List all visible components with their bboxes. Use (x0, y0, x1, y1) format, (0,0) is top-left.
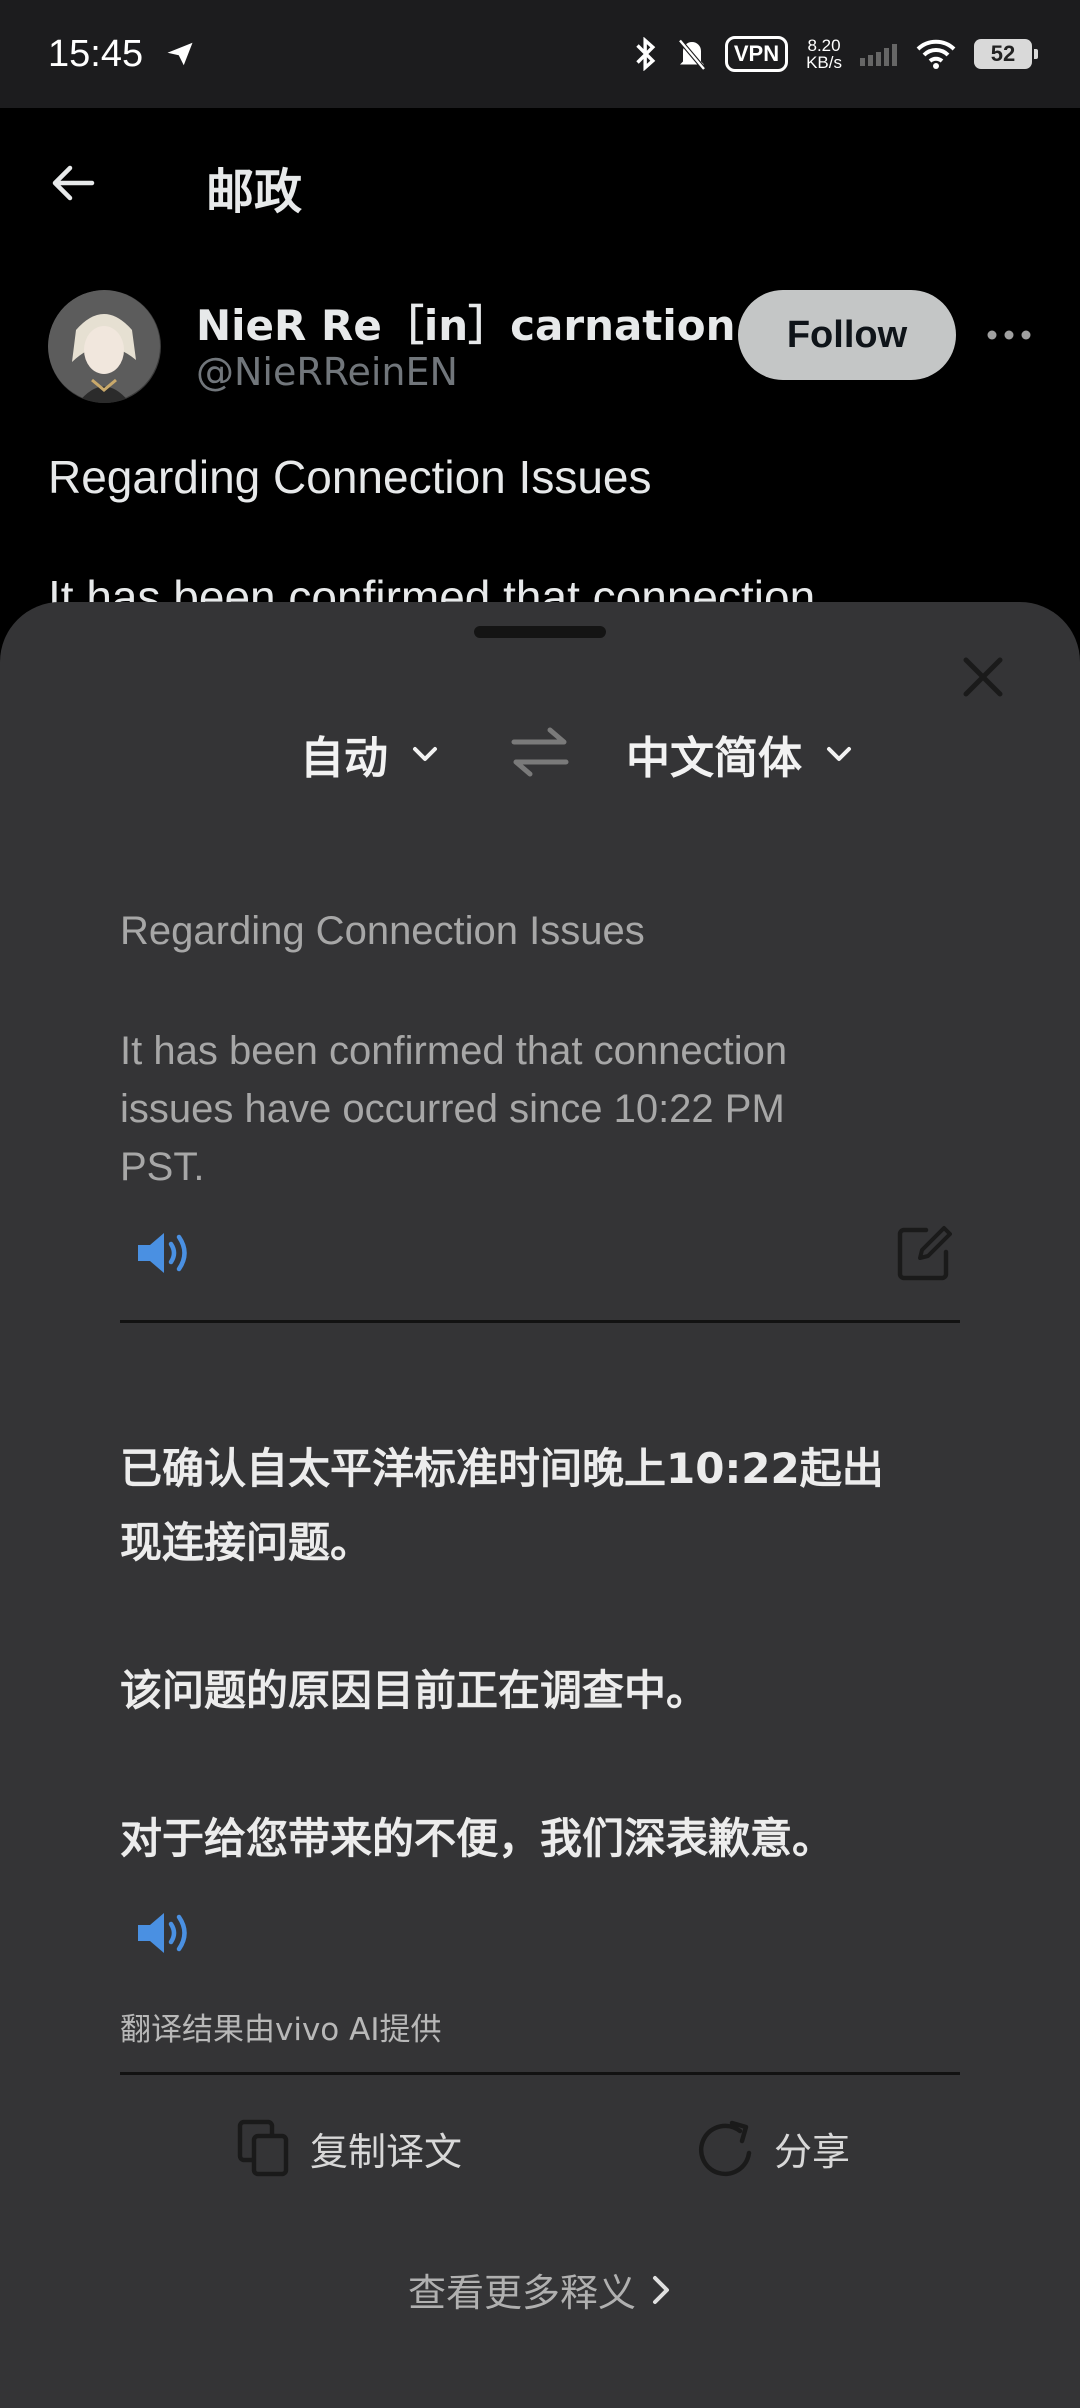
chevron-right-icon (653, 2275, 669, 2304)
signal-icon (860, 44, 897, 66)
more-meanings-link[interactable]: 查看更多释义 (0, 2262, 1080, 2317)
source-text[interactable]: Regarding Connection Issues It has been … (120, 902, 960, 1196)
status-time: 15:45 (48, 32, 144, 75)
target-language-label: 中文简体 (626, 733, 802, 784)
copy-icon (237, 2119, 289, 2177)
divider (120, 1320, 960, 1323)
wifi-icon (916, 39, 956, 69)
speaker-icon[interactable] (136, 1908, 194, 1958)
source-line: issues have occurred since 10:22 PM (120, 1087, 785, 1131)
share-label: 分享 (774, 2129, 851, 2174)
back-arrow-icon[interactable] (48, 158, 98, 208)
divider (120, 2072, 960, 2075)
more-meanings-label: 查看更多释义 (407, 2271, 636, 2315)
source-language-dropdown[interactable]: 自动 (300, 722, 440, 786)
follow-button[interactable]: Follow (738, 290, 956, 380)
copy-translation-label: 复制译文 (310, 2129, 463, 2174)
edit-icon[interactable] (896, 1224, 952, 1282)
network-speed-value: 8.20 (807, 36, 841, 55)
top-app-bar: 邮政 (0, 108, 1080, 258)
author-name[interactable]: NieR Re［in］carnation EN (196, 292, 758, 353)
battery-level: 52 (990, 41, 1016, 66)
network-speed: 8.20 KB/s (806, 37, 842, 71)
translation-credit: 翻译结果由vivo AI提供 (120, 2012, 442, 2048)
author-handle[interactable]: @NieRReinEN (196, 350, 458, 394)
vpn-badge: VPN (724, 36, 789, 72)
page-title: 邮政 (206, 164, 303, 220)
mute-bell-icon (678, 39, 706, 71)
close-icon[interactable] (960, 654, 1006, 700)
translation-line: 该问题的原因目前正在调查中。 (120, 1666, 709, 1715)
source-line: PST. (120, 1145, 205, 1189)
source-language-label: 自动 (300, 733, 388, 784)
copy-translation-button[interactable]: 复制译文 (236, 2116, 462, 2180)
speaker-icon[interactable] (136, 1228, 194, 1278)
bluetooth-icon (636, 37, 656, 71)
chevron-down-icon (827, 747, 851, 761)
tweet-heading: Regarding Connection Issues (48, 451, 652, 503)
target-language-dropdown[interactable]: 中文简体 (626, 722, 854, 786)
status-bar: 15:45 VPN 8.20 KB/s 52 (0, 0, 1080, 108)
share-icon (698, 2120, 752, 2177)
battery-indicator: 52 (974, 39, 1038, 69)
language-selector-row: 自动 中文简体 (0, 712, 1080, 792)
tweet-author-row: NieR Re［in］carnation EN @NieRReinEN Foll… (48, 290, 1048, 405)
more-options-icon[interactable] (984, 320, 1034, 350)
avatar-image (48, 290, 160, 403)
translation-line: 现连接问题。 (120, 1518, 373, 1567)
chevron-down-icon (413, 747, 437, 761)
sheet-drag-handle[interactable] (474, 626, 606, 638)
translation-text: 已确认自太平洋标准时间晚上10:22起出 现连接问题。 该问题的原因目前正在调查… (120, 1432, 960, 1876)
avatar[interactable] (48, 290, 161, 403)
source-line: Regarding Connection Issues (120, 909, 645, 953)
swap-languages-icon[interactable] (510, 724, 570, 780)
translation-sheet: 自动 中文简体 Regarding Connection Issues It h… (0, 602, 1080, 2408)
source-line: It has been confirmed that connection (120, 1029, 788, 1073)
translation-line: 已确认自太平洋标准时间晚上10:22起出 (120, 1444, 884, 1493)
translation-line: 对于给您带来的不便，我们深表歉意。 (120, 1814, 835, 1863)
network-speed-unit: KB/s (806, 53, 842, 72)
share-button[interactable]: 分享 (694, 2116, 850, 2180)
telegram-send-icon (167, 42, 193, 66)
